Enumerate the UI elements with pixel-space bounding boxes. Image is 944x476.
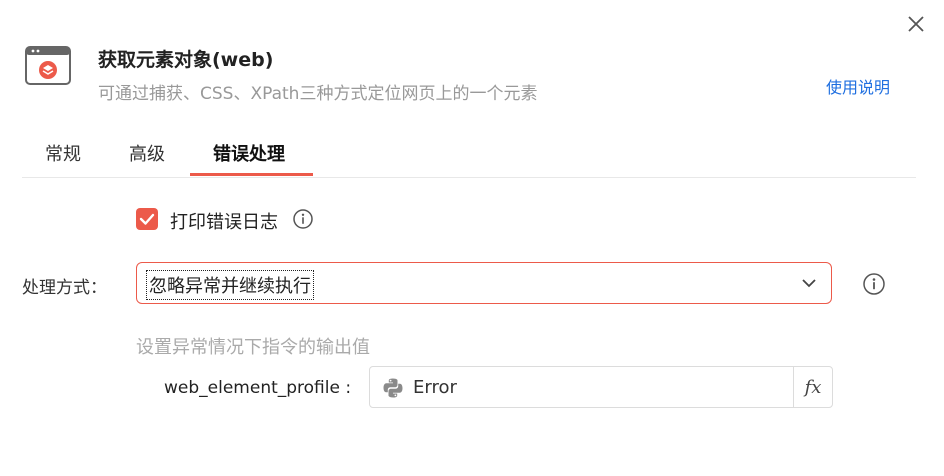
tab-general[interactable]: 常规 xyxy=(45,140,81,166)
dialog-title: 获取元素对象(web) xyxy=(98,49,274,71)
tab-advanced[interactable]: 高级 xyxy=(129,140,165,166)
info-icon[interactable] xyxy=(292,208,314,230)
print-log-label: 打印错误日志 xyxy=(170,212,278,233)
tab-bar: 常规 高级 错误处理 xyxy=(22,130,916,178)
handling-mode-select[interactable]: 忽略异常并继续执行 xyxy=(136,262,832,304)
close-icon[interactable] xyxy=(904,12,928,36)
param-value-field[interactable]: Error fx xyxy=(369,366,833,408)
dialog-subtitle: 可通过捕获、CSS、XPath三种方式定位网页上的一个元素 xyxy=(98,84,538,104)
tab-error-handling[interactable]: 错误处理 xyxy=(213,140,285,166)
web-element-icon xyxy=(25,46,71,85)
print-log-checkbox[interactable] xyxy=(136,208,158,230)
output-hint: 设置异常情况下指令的输出值 xyxy=(136,337,370,358)
chevron-down-icon xyxy=(802,279,816,288)
handling-mode-value: 忽略异常并继续执行 xyxy=(146,270,314,300)
info-icon[interactable] xyxy=(862,272,886,296)
param-label: web_element_profile : xyxy=(164,378,352,398)
fx-button[interactable]: fx xyxy=(793,367,832,407)
check-icon xyxy=(139,213,155,225)
param-value: Error xyxy=(413,377,457,398)
active-tab-indicator xyxy=(190,173,313,176)
python-icon xyxy=(383,378,403,398)
handling-mode-label: 处理方式： xyxy=(22,278,107,298)
help-link[interactable]: 使用说明 xyxy=(826,74,890,98)
